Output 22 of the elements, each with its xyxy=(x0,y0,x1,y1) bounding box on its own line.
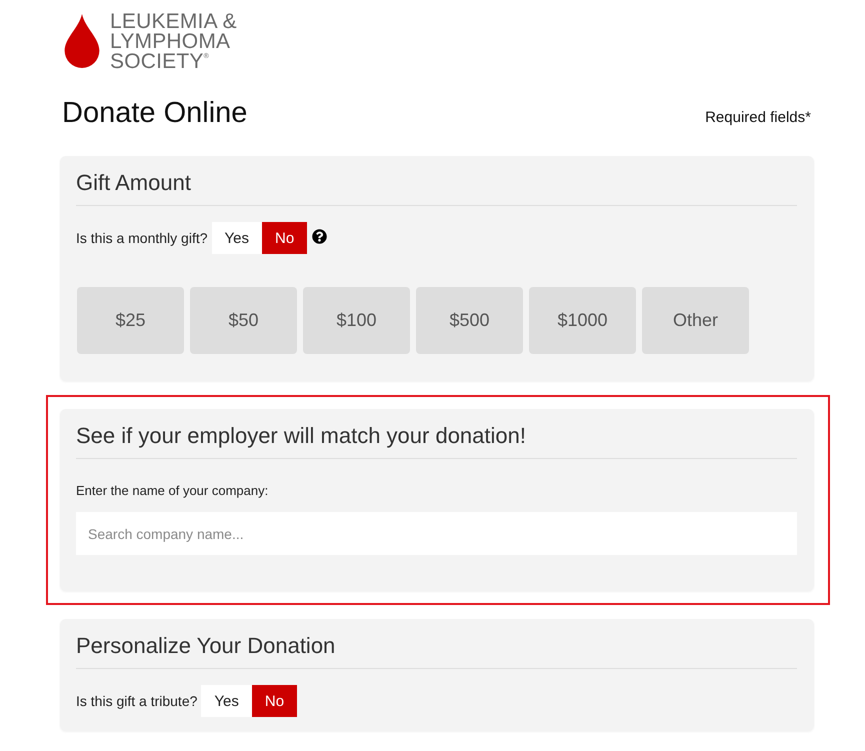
help-icon[interactable] xyxy=(312,229,328,244)
amount-button[interactable]: $1000 xyxy=(529,287,636,354)
field-label: Enter the name of your company: xyxy=(76,483,270,499)
logo-wordmark: LEUKEMIA & LYMPHOMA SOCIETY$^{®}$ xyxy=(110,12,237,72)
company-search-field[interactable]: Search company name... xyxy=(76,512,797,555)
question-label: Is this a monthly gift? xyxy=(76,230,208,246)
required-fields-note: Required fields* xyxy=(705,109,811,126)
amount-button[interactable]: $25 xyxy=(77,287,184,354)
toggle-option-button[interactable]: No xyxy=(262,222,308,254)
amount-button[interactable]: $500 xyxy=(416,287,523,354)
amount-button[interactable]: $50 xyxy=(190,287,297,354)
section-heading: See if your employer will match your donation! xyxy=(76,423,527,449)
toggle-option-button[interactable]: Yes xyxy=(212,222,262,254)
blood-drop-logo-icon xyxy=(64,14,100,68)
amount-button[interactable]: $100 xyxy=(303,287,410,354)
section-heading: Personalize Your Donation xyxy=(76,633,336,659)
section-heading: Gift Amount xyxy=(76,170,192,196)
question-label: Is this gift a tribute? xyxy=(76,693,198,709)
amount-button[interactable]: Other xyxy=(642,287,749,354)
page-title: Donate Online xyxy=(62,96,248,130)
toggle-option-button[interactable]: Yes xyxy=(201,685,252,717)
toggle-option-button[interactable]: No xyxy=(252,685,298,717)
